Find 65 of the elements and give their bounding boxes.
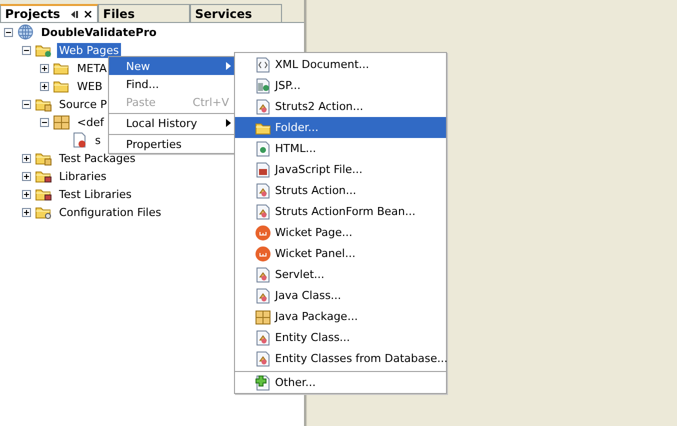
package-icon bbox=[53, 114, 70, 130]
class-file-icon bbox=[255, 330, 271, 346]
tree-item[interactable]: Libraries bbox=[57, 168, 109, 184]
html-file-icon bbox=[255, 140, 271, 156]
submenu-arrow-icon bbox=[226, 119, 231, 127]
menu-item[interactable]: Wicket Page... bbox=[235, 222, 446, 243]
menu-item[interactable]: JavaScript File... bbox=[235, 159, 446, 180]
menu-item[interactable]: Find... bbox=[109, 75, 235, 93]
tree-item[interactable]: s bbox=[93, 132, 103, 148]
submenu-arrow-icon bbox=[226, 62, 231, 70]
menu-item[interactable]: Java Class... bbox=[235, 285, 446, 306]
menu-item[interactable]: Struts ActionForm Bean... bbox=[235, 201, 446, 222]
expand-icon[interactable] bbox=[22, 190, 31, 198]
class-file-icon bbox=[255, 98, 271, 114]
tree-item[interactable]: META bbox=[75, 60, 109, 76]
expand-icon[interactable] bbox=[40, 82, 49, 90]
collapse-icon[interactable] bbox=[22, 100, 31, 108]
tree-item[interactable]: Web Pages bbox=[57, 42, 121, 58]
tree-item[interactable]: Source P bbox=[57, 96, 109, 112]
collapse-icon[interactable] bbox=[22, 46, 31, 54]
close-button[interactable]: × bbox=[82, 7, 93, 21]
shortcut-text: Ctrl+V bbox=[192, 96, 229, 108]
menu-item[interactable]: Struts2 Action... bbox=[235, 96, 446, 117]
xml-file-icon bbox=[255, 56, 271, 72]
expand-icon[interactable] bbox=[40, 64, 49, 72]
panel-tab[interactable]: Projects × bbox=[0, 4, 98, 22]
tree-item[interactable]: WEB bbox=[75, 78, 104, 94]
menu-item[interactable]: Folder... bbox=[235, 117, 446, 138]
menu-item[interactable]: Entity Class... bbox=[235, 327, 446, 348]
new-file-icon bbox=[255, 374, 271, 390]
expand-icon[interactable] bbox=[22, 154, 31, 162]
menu-item[interactable]: Struts Action... bbox=[235, 180, 446, 201]
class-file-icon bbox=[255, 266, 271, 282]
globe-icon bbox=[17, 24, 34, 40]
wicket-icon bbox=[255, 224, 271, 240]
menu-item[interactable]: Java Package... bbox=[235, 306, 446, 327]
collapse-icon[interactable] bbox=[4, 28, 13, 36]
wicket-icon bbox=[255, 246, 271, 262]
class-file-icon bbox=[255, 182, 271, 198]
expand-icon[interactable] bbox=[22, 208, 31, 216]
class-file-icon bbox=[255, 350, 271, 366]
jsp-file-icon bbox=[255, 78, 271, 94]
minimize-icon[interactable] bbox=[70, 10, 79, 18]
menu-item[interactable]: Other... bbox=[235, 371, 446, 393]
menu-item[interactable]: Wicket Panel... bbox=[235, 243, 446, 264]
tree-item[interactable]: DoubleValidatePro bbox=[39, 24, 159, 40]
menu-item[interactable]: Entity Classes from Database... bbox=[235, 348, 446, 369]
panel-tab[interactable]: Files bbox=[98, 4, 190, 22]
package-icon bbox=[255, 308, 271, 324]
menu-item[interactable]: Servlet... bbox=[235, 264, 446, 285]
menu-item[interactable]: XML Document... bbox=[235, 54, 446, 75]
menu-item[interactable]: JSP... bbox=[235, 75, 446, 96]
expand-icon[interactable] bbox=[22, 172, 31, 180]
class-file-icon bbox=[255, 204, 271, 220]
menu-item[interactable]: HTML... bbox=[235, 138, 446, 159]
file-icon bbox=[71, 132, 88, 148]
tree-item[interactable]: Test Libraries bbox=[57, 186, 134, 202]
panel-tab[interactable]: Services bbox=[190, 4, 282, 22]
tree-item[interactable]: Test Packages bbox=[57, 150, 138, 166]
class-file-icon bbox=[255, 288, 271, 304]
menu-item[interactable]: New bbox=[109, 57, 235, 75]
collapse-icon[interactable] bbox=[40, 118, 49, 126]
tree-item[interactable]: <def bbox=[75, 114, 106, 130]
tree-item[interactable]: Configuration Files bbox=[57, 204, 164, 220]
javascript-file-icon bbox=[255, 162, 271, 178]
